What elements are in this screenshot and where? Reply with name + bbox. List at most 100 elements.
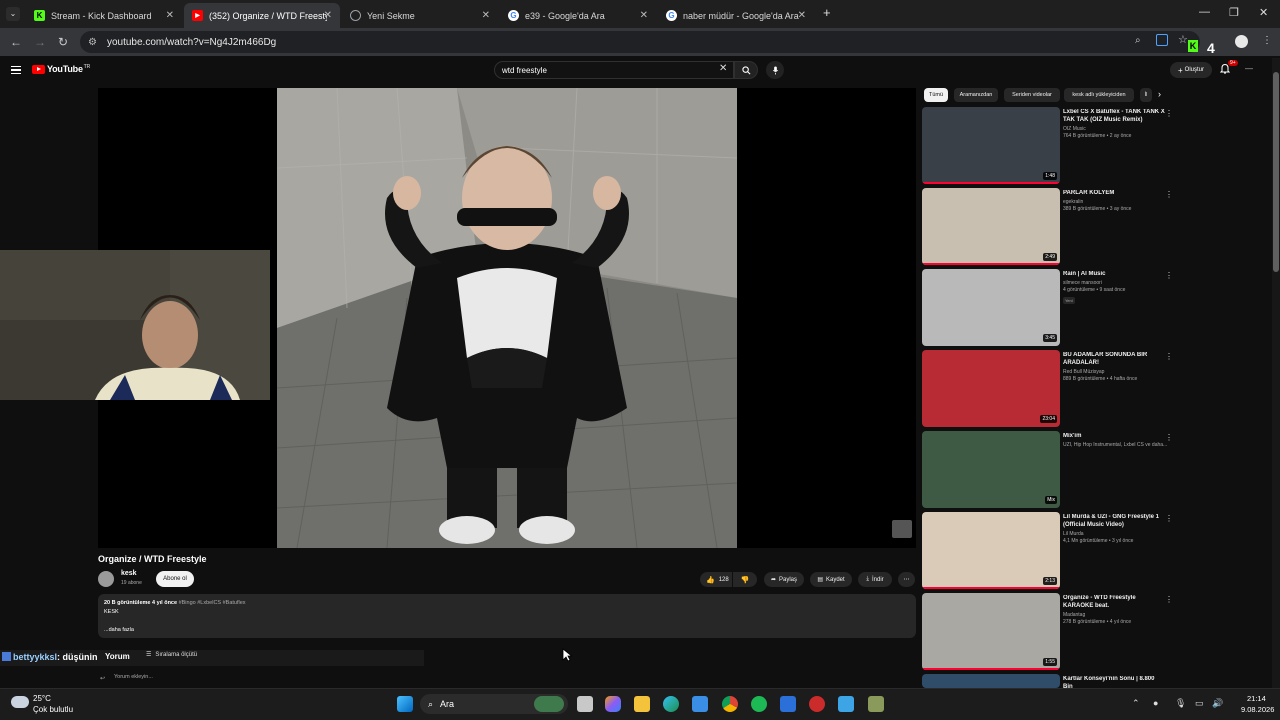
mail-icon[interactable] bbox=[780, 696, 796, 712]
clock-date[interactable]: 9.08.2026 bbox=[1241, 705, 1274, 714]
kick-extension-icon[interactable]: K bbox=[1188, 40, 1198, 52]
miniplayer-icon[interactable] bbox=[892, 520, 912, 538]
recommended-channel-name[interactable]: egekralin bbox=[1063, 199, 1083, 205]
recommended-video[interactable]: 23:04 BU ADAMLAR SONUNDA BİR ARADALAR! Red… bbox=[922, 350, 1173, 430]
site-info-icon[interactable]: ⚙ bbox=[88, 37, 97, 48]
video-thumbnail[interactable]: 23:04 bbox=[922, 350, 1060, 427]
more-vertical-icon[interactable]: ⋮ bbox=[1165, 514, 1173, 523]
profile-avatar[interactable] bbox=[1235, 35, 1248, 48]
tab-kick-dashboard[interactable]: K Stream - Kick Dashboard ✕ bbox=[26, 3, 182, 28]
recommended-channel-name[interactable]: silmece mansoori bbox=[1063, 280, 1102, 286]
account-avatar[interactable]: — bbox=[1245, 64, 1259, 76]
task-view-icon[interactable] bbox=[577, 696, 593, 712]
weather-cloud-icon[interactable] bbox=[11, 696, 29, 708]
windows-start-icon[interactable] bbox=[397, 696, 413, 712]
recommended-video[interactable]: 2:49 PARLAR KOLYEM egekralin 389 B görüntül… bbox=[922, 188, 1173, 268]
widget-icon[interactable] bbox=[534, 696, 564, 712]
window-close-icon[interactable]: ✕ bbox=[1259, 6, 1268, 19]
game-app-icon[interactable] bbox=[868, 696, 884, 712]
recommended-video-title[interactable]: Lil Murda & UZI - GNG Freestyle 1 (Offic… bbox=[1063, 514, 1165, 529]
recommended-video[interactable]: 2:13 Lil Murda & UZI - GNG Freestyle 1 (O… bbox=[922, 512, 1173, 592]
maximize-icon[interactable]: ❐ bbox=[1229, 6, 1239, 19]
tray-expand-icon[interactable]: ⌃ bbox=[1132, 698, 1140, 709]
description-tags[interactable]: #Bingo #LxbelCS #Batuflex bbox=[179, 600, 246, 606]
close-icon[interactable]: ✕ bbox=[640, 10, 648, 21]
recommended-channel-name[interactable]: Madantag bbox=[1063, 612, 1085, 618]
tab-google-search-e39[interactable]: G e39 - Google'da Ara ✕ bbox=[500, 3, 656, 28]
dislike-button[interactable]: 👎 bbox=[733, 572, 757, 587]
like-button[interactable]: 👍 128 bbox=[700, 572, 732, 587]
more-actions-button[interactable]: ⋯ bbox=[898, 572, 915, 587]
recommended-video[interactable]: Mix Mix'im UZI, Hip Hop Instrumental, Lxbe… bbox=[922, 431, 1173, 511]
video-thumbnail[interactable]: 1:55 bbox=[922, 593, 1060, 670]
file-explorer-icon[interactable] bbox=[634, 696, 650, 712]
voice-search-button[interactable] bbox=[766, 61, 784, 79]
comment-input[interactable]: Yorum ekleyin... bbox=[114, 674, 153, 680]
search-input[interactable]: wtd freestyle bbox=[494, 61, 734, 79]
recommended-video[interactable]: 1:55 Organize - WTD Freestyle KARAOKE bea… bbox=[922, 593, 1173, 673]
tab-google-search-naber[interactable]: G naber müdür - Google'da Ara ✕ bbox=[658, 3, 814, 28]
scrollbar-thumb[interactable] bbox=[1273, 72, 1279, 272]
tray-app-icon[interactable]: ● bbox=[1153, 698, 1158, 708]
chip-from-search[interactable]: Aramanızdan bbox=[954, 88, 998, 102]
cast-icon[interactable] bbox=[1156, 34, 1168, 46]
more-vertical-icon[interactable]: ⋮ bbox=[1165, 352, 1173, 361]
chip-more[interactable]: İl bbox=[1140, 88, 1152, 102]
more-vertical-icon[interactable]: ⋮ bbox=[1165, 190, 1173, 199]
photos-icon[interactable] bbox=[838, 696, 854, 712]
search-button[interactable] bbox=[734, 61, 758, 79]
weather-temperature[interactable]: 25°C bbox=[33, 694, 51, 703]
subscribe-button[interactable]: Abone ol bbox=[156, 571, 194, 587]
channel-name[interactable]: kesk bbox=[121, 570, 137, 577]
recommended-video[interactable]: 1:48 Lxbel CS X Batuflex - TANK TANK X TA… bbox=[922, 107, 1173, 187]
new-tab-button[interactable]: + bbox=[823, 5, 831, 20]
more-vertical-icon[interactable]: ⋮ bbox=[1165, 433, 1173, 442]
clock-time[interactable]: 21:14 bbox=[1247, 694, 1266, 703]
video-thumbnail[interactable] bbox=[922, 674, 1060, 688]
youtube-logo[interactable]: YouTubeTR bbox=[32, 64, 90, 74]
recommended-video-title[interactable]: Mix'im bbox=[1063, 433, 1165, 441]
microphone-icon[interactable]: 🎙 bbox=[1175, 698, 1186, 709]
close-icon[interactable]: ✕ bbox=[324, 10, 332, 21]
forward-icon[interactable]: → bbox=[34, 35, 46, 49]
reload-icon[interactable]: ↻ bbox=[58, 35, 68, 49]
recommended-video-title[interactable]: Rain | AI Music bbox=[1063, 271, 1165, 279]
spotify-icon[interactable] bbox=[751, 696, 767, 712]
address-bar[interactable]: ⚙ youtube.com/watch?v=Ng4J2m466Dg bbox=[80, 31, 1200, 53]
close-icon[interactable]: ✕ bbox=[798, 10, 806, 21]
tab-youtube-video[interactable]: ▶ (352) Organize / WTD Freestyle ✕ bbox=[184, 3, 340, 28]
recommended-video[interactable]: 3:45 Rain | AI Music silmece mansoori 4 gör… bbox=[922, 269, 1173, 349]
display-icon[interactable]: ▭ bbox=[1195, 698, 1204, 709]
recommended-channel-name[interactable]: Red Bull Müzisyap bbox=[1063, 369, 1104, 375]
close-icon[interactable]: ✕ bbox=[482, 10, 490, 21]
edge-icon[interactable] bbox=[663, 696, 679, 712]
chip-uploader[interactable]: kesk adlı yükleyiciden bbox=[1064, 88, 1134, 102]
browser-menu-icon[interactable]: ⋮ bbox=[1262, 35, 1272, 46]
copilot-icon[interactable] bbox=[605, 696, 621, 712]
recommended-channel-name[interactable]: OIZ Music bbox=[1063, 126, 1086, 132]
zoom-icon[interactable]: ⌕ bbox=[1135, 35, 1141, 46]
more-vertical-icon[interactable]: ⋮ bbox=[1165, 271, 1173, 280]
chevron-right-icon[interactable]: › bbox=[1158, 89, 1161, 99]
back-icon[interactable]: ← bbox=[10, 35, 22, 49]
chip-all[interactable]: Tümü bbox=[924, 88, 948, 102]
create-button[interactable]: + Oluştur bbox=[1170, 62, 1212, 78]
store-icon[interactable] bbox=[692, 696, 708, 712]
weather-description[interactable]: Çok bulutlu bbox=[33, 705, 73, 714]
minimize-icon[interactable]: — bbox=[1199, 6, 1210, 18]
more-vertical-icon[interactable]: ⋮ bbox=[1165, 595, 1173, 604]
channel-avatar[interactable] bbox=[98, 571, 114, 587]
recommended-channel-name[interactable]: Lil Murda bbox=[1063, 531, 1084, 537]
hamburger-menu-icon[interactable] bbox=[11, 66, 21, 74]
video-thumbnail[interactable]: 1:48 bbox=[922, 107, 1060, 184]
tab-search-icon[interactable]: ⌄ bbox=[6, 7, 20, 21]
video-thumbnail[interactable]: 2:13 bbox=[922, 512, 1060, 589]
recommended-video-title[interactable]: Lxbel CS X Batuflex - TANK TANK X TAK TA… bbox=[1063, 109, 1165, 124]
more-vertical-icon[interactable]: ⋮ bbox=[1165, 109, 1173, 118]
recommended-video-title[interactable]: Organize - WTD Freestyle KARAOKE beat. bbox=[1063, 595, 1165, 610]
chrome-icon[interactable] bbox=[722, 696, 738, 712]
tab-new-tab[interactable]: Yeni Sekme ✕ bbox=[342, 3, 498, 28]
close-icon[interactable]: ✕ bbox=[166, 10, 174, 21]
share-button[interactable]: ➦ Paylaş bbox=[764, 572, 804, 587]
recommended-video-title[interactable]: PARLAR KOLYEM bbox=[1063, 190, 1165, 198]
